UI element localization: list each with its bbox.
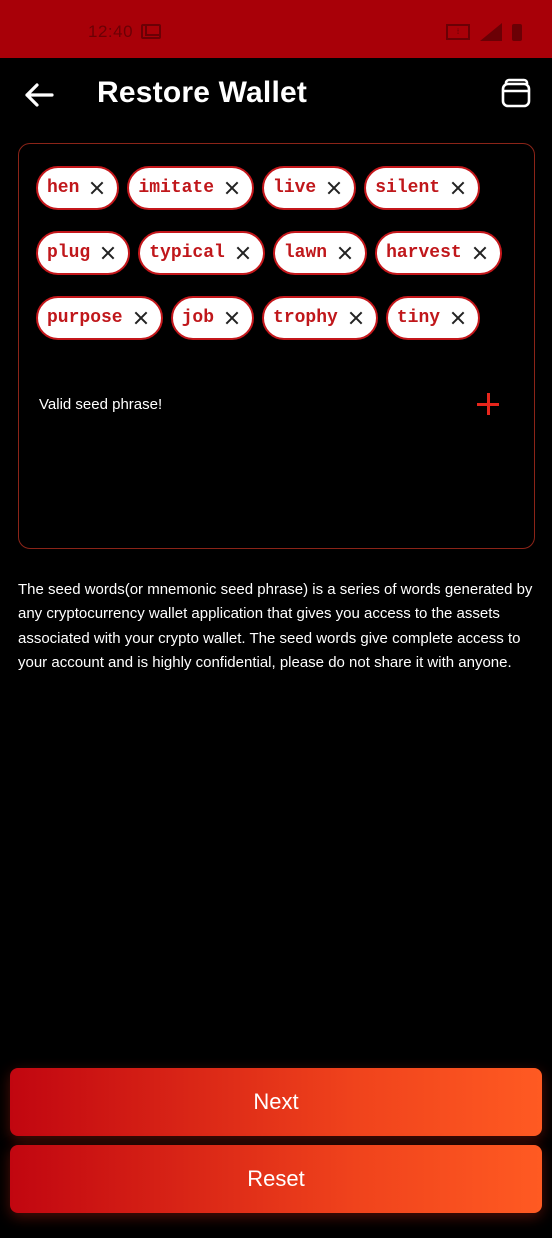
seed-word-chip: silent (364, 166, 481, 210)
status-bar: 12:40 ⁞ (0, 0, 552, 58)
seed-word-label: job (181, 308, 215, 328)
seed-word-chips: hen imitate live silent plug typical lawn harve… (36, 166, 526, 361)
validation-message: Valid seed phrase! (39, 396, 163, 413)
remove-word-icon[interactable] (89, 180, 105, 196)
remove-word-icon[interactable] (472, 245, 488, 261)
seed-word-chip: job (170, 296, 255, 340)
chip-row: purpose job trophy tiny (36, 296, 526, 340)
seed-word-chip: tiny (385, 296, 481, 340)
seed-word-chip: live (262, 166, 357, 210)
remove-word-icon[interactable] (133, 310, 149, 326)
remove-word-icon[interactable] (235, 245, 251, 261)
remove-word-icon[interactable] (100, 245, 116, 261)
seed-word-label: lawn (283, 243, 328, 263)
seed-word-label: purpose (47, 308, 123, 328)
status-time: 12:40 (88, 22, 134, 41)
arrow-left-icon[interactable] (22, 78, 56, 112)
seed-word-chip: trophy (262, 296, 378, 340)
seed-phrase-description: The seed words(or mnemonic seed phrase) … (18, 581, 533, 672)
seed-word-chip: hen (36, 166, 120, 210)
seed-word-label: imitate (138, 178, 215, 198)
plus-icon[interactable] (477, 393, 499, 415)
remove-word-icon[interactable] (450, 180, 466, 196)
gmail-notification-icon (141, 24, 161, 39)
remove-word-icon[interactable] (326, 180, 342, 196)
battery-icon (512, 23, 522, 41)
seed-word-label: hen (47, 178, 80, 198)
wallet-icon[interactable] (500, 78, 532, 110)
seed-word-label: trophy (273, 308, 338, 328)
seed-word-chip: lawn (272, 231, 368, 275)
seed-word-label: tiny (396, 308, 441, 328)
seed-word-chip: harvest (375, 231, 502, 275)
status-icons: ⁞ (446, 23, 522, 41)
remove-word-icon[interactable] (224, 310, 240, 326)
chip-row: hen imitate live silent (36, 166, 526, 210)
page-title: Restore Wallet (97, 76, 308, 109)
seed-word-label: silent (375, 178, 441, 198)
app-header: Restore Wallet (0, 58, 552, 132)
remove-word-icon[interactable] (337, 245, 353, 261)
remove-word-icon[interactable] (450, 310, 466, 326)
seed-word-chip: purpose (36, 296, 163, 340)
seed-word-chip: imitate (127, 166, 255, 210)
chip-row: plug typical lawn harvest (36, 231, 526, 275)
seed-word-chip: typical (138, 231, 265, 275)
seed-word-label: live (273, 178, 317, 198)
reset-button[interactable]: Reset (10, 1145, 542, 1213)
seed-word-label: typical (149, 243, 225, 263)
signal-icon (480, 23, 502, 41)
remove-word-icon[interactable] (224, 180, 240, 196)
seed-phrase-box[interactable]: hen imitate live silent plug typical lawn harve… (18, 143, 535, 549)
next-button[interactable]: Next (10, 1068, 542, 1136)
wifi-icon: ⁞ (446, 24, 470, 40)
seed-word-label: harvest (386, 243, 462, 263)
seed-word-chip: plug (36, 231, 131, 275)
remove-word-icon[interactable] (348, 310, 364, 326)
seed-word-label: plug (47, 243, 91, 263)
